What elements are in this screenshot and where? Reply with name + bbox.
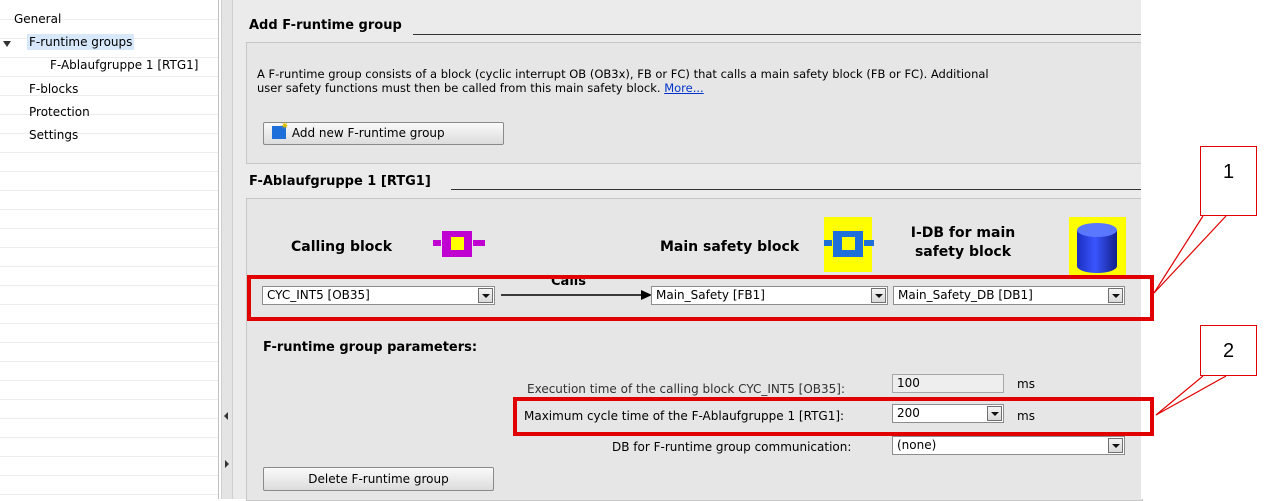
tree-row-bg <box>0 380 218 400</box>
tree-row-bg <box>0 304 218 324</box>
tree-item-f-runtime-groups[interactable]: F-runtime groups <box>27 34 135 50</box>
section-underline <box>413 34 1141 35</box>
exec-time-label: Execution time of the calling block CYC_… <box>527 382 846 396</box>
tree-row-bg <box>0 342 218 362</box>
tree-row-bg <box>0 456 218 476</box>
chevron-down-icon[interactable] <box>1108 438 1123 453</box>
db-comm-select[interactable]: (none) <box>892 436 1125 455</box>
tree-row-bg <box>0 228 218 248</box>
tree-item-f-blocks[interactable]: F-blocks <box>27 81 80 97</box>
calling-block-header: Calling block <box>291 239 393 255</box>
collapse-left-icon[interactable] <box>224 412 228 420</box>
tree-row-bg <box>0 323 218 343</box>
callout-2: 2 <box>1200 325 1257 376</box>
tree-row-bg <box>0 399 218 419</box>
params-title: F-runtime group parameters: <box>263 340 478 355</box>
db-comm-label: DB for F-runtime group communication: <box>612 440 852 454</box>
exec-time-field: 100 <box>892 374 1004 393</box>
section-underline <box>451 189 1141 190</box>
tree-row-bg <box>0 171 218 191</box>
tree-item-settings[interactable]: Settings <box>27 127 80 143</box>
tree-item-f-ablaufgruppe-1[interactable]: F-Ablaufgruppe 1 [RTG1] <box>48 57 200 73</box>
description-line-2: user safety functions must then be calle… <box>257 81 704 95</box>
description-line-1: A F-runtime group consists of a block (c… <box>257 67 989 81</box>
idb-header-line-2: safety block <box>914 244 1012 260</box>
tree-row-bg <box>0 361 218 381</box>
tree-row-bg <box>0 152 218 172</box>
database-icon <box>1077 223 1117 273</box>
tree-item-general[interactable]: General <box>12 11 63 27</box>
add-group-panel: A F-runtime group consists of a block (c… <box>246 42 1143 164</box>
delete-f-runtime-group-button[interactable]: Delete F-runtime group <box>263 467 494 491</box>
tree-row-bg <box>0 285 218 305</box>
more-link[interactable]: More... <box>664 81 703 95</box>
callout-1: 1 <box>1200 146 1257 216</box>
expand-right-icon[interactable] <box>225 460 229 468</box>
exec-time-unit: ms <box>1017 377 1035 391</box>
tree-row-bg <box>0 190 218 210</box>
tree-row-bg <box>0 266 218 286</box>
expand-arrow-icon[interactable] <box>3 41 11 47</box>
highlight-box-1 <box>247 275 1154 321</box>
panel-splitter[interactable] <box>221 0 233 499</box>
tree-row-bg <box>0 418 218 438</box>
section-title-add-group: Add F-runtime group <box>249 18 402 33</box>
idb-header: I-DB for main safety block <box>903 224 1023 262</box>
main-safety-block-header: Main safety block <box>660 239 800 255</box>
tree-row-bg <box>0 437 218 457</box>
add-new-f-runtime-group-button[interactable]: ✷ Add new F-runtime group <box>263 122 504 145</box>
main-safety-fb-icon <box>824 231 874 257</box>
tree-row-bg <box>0 209 218 229</box>
highlight-box-2 <box>513 397 1154 436</box>
idb-header-line-1: I-DB for main <box>910 225 1016 241</box>
add-group-icon: ✷ <box>272 122 289 139</box>
tree-row-bg <box>0 247 218 267</box>
tree-item-protection[interactable]: Protection <box>27 104 92 120</box>
add-group-button-label: Add new F-runtime group <box>291 126 445 140</box>
calling-block-ob-icon <box>433 231 485 257</box>
divider <box>218 0 219 499</box>
section-title-runtime-group: F-Ablaufgruppe 1 [RTG1] <box>249 174 431 189</box>
tree-row-bg <box>0 475 218 495</box>
description-text: user safety functions must then be calle… <box>257 81 661 95</box>
navigation-tree: General F-runtime groups F-Ablaufgruppe … <box>0 0 218 499</box>
exec-time-value: 100 <box>897 376 920 390</box>
db-comm-select-value: (none) <box>897 438 937 452</box>
